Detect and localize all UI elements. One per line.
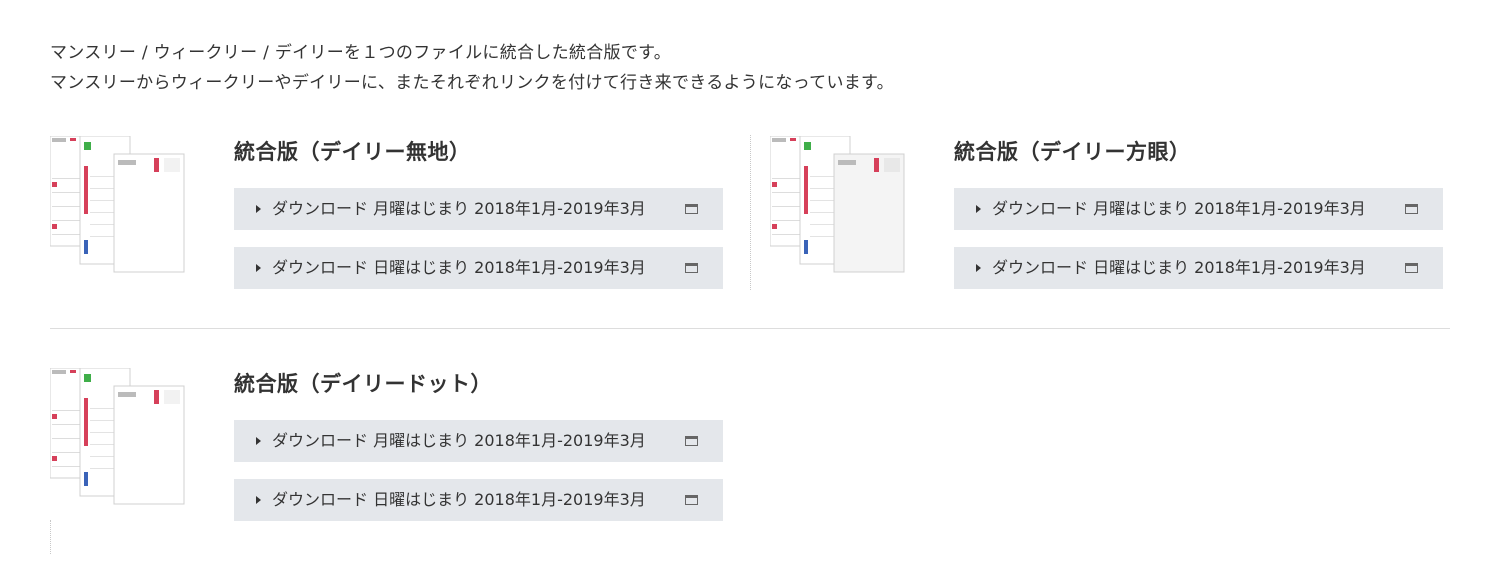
thumbnail-daily-plain <box>49 135 190 276</box>
download-monday-start-button[interactable]: ダウンロード 月曜はじまり 2018年1月-2019年3月 <box>234 420 723 462</box>
external-window-icon <box>685 263 698 273</box>
button-label: ダウンロード 日曜はじまり 2018年1月-2019年3月 <box>272 490 646 509</box>
external-window-icon <box>1405 263 1418 273</box>
item-daily-dot: 統合版（デイリードット） ダウンロード 月曜はじまり 2018年1月-2019年… <box>49 367 730 548</box>
item-daily-grid: 統合版（デイリー方眼） ダウンロード 月曜はじまり 2018年1月-2019年3… <box>769 135 1450 316</box>
external-window-icon <box>685 436 698 446</box>
button-label: ダウンロード 日曜はじまり 2018年1月-2019年3月 <box>992 258 1366 277</box>
intro-line-1: マンスリー / ウィークリー / デイリーを１つのファイルに統合した統合版です。 <box>50 43 672 63</box>
column-divider <box>750 135 751 290</box>
caret-right-icon <box>256 437 261 445</box>
intro-text: マンスリー / ウィークリー / デイリーを１つのファイルに統合した統合版です。… <box>50 38 894 98</box>
external-window-icon <box>1405 204 1418 214</box>
download-sunday-start-button[interactable]: ダウンロード 日曜はじまり 2018年1月-2019年3月 <box>954 247 1443 289</box>
caret-right-icon <box>256 264 261 272</box>
column-divider <box>50 520 51 554</box>
button-label: ダウンロード 月曜はじまり 2018年1月-2019年3月 <box>272 199 646 218</box>
item-title: 統合版（デイリードット） <box>234 372 492 396</box>
caret-right-icon <box>256 205 261 213</box>
external-window-icon <box>685 495 698 505</box>
download-monday-start-button[interactable]: ダウンロード 月曜はじまり 2018年1月-2019年3月 <box>234 188 723 230</box>
download-sunday-start-button[interactable]: ダウンロード 日曜はじまり 2018年1月-2019年3月 <box>234 479 723 521</box>
thumbnail-daily-grid <box>769 135 910 276</box>
caret-right-icon <box>976 205 981 213</box>
item-daily-plain: 統合版（デイリー無地） ダウンロード 月曜はじまり 2018年1月-2019年3… <box>49 135 730 316</box>
thumbnail-daily-dot <box>49 367 190 508</box>
download-sunday-start-button[interactable]: ダウンロード 日曜はじまり 2018年1月-2019年3月 <box>234 247 723 289</box>
caret-right-icon <box>976 264 981 272</box>
item-title: 統合版（デイリー無地） <box>234 140 471 164</box>
intro-line-2: マンスリーからウィークリーやデイリーに、またそれぞれリンクを付けて行き来できるよ… <box>50 73 894 93</box>
button-label: ダウンロード 月曜はじまり 2018年1月-2019年3月 <box>272 431 646 450</box>
download-monday-start-button[interactable]: ダウンロード 月曜はじまり 2018年1月-2019年3月 <box>954 188 1443 230</box>
external-window-icon <box>685 204 698 214</box>
button-label: ダウンロード 日曜はじまり 2018年1月-2019年3月 <box>272 258 646 277</box>
item-title: 統合版（デイリー方眼） <box>954 140 1191 164</box>
button-label: ダウンロード 月曜はじまり 2018年1月-2019年3月 <box>992 199 1366 218</box>
caret-right-icon <box>256 496 261 504</box>
row-divider <box>50 328 1450 329</box>
